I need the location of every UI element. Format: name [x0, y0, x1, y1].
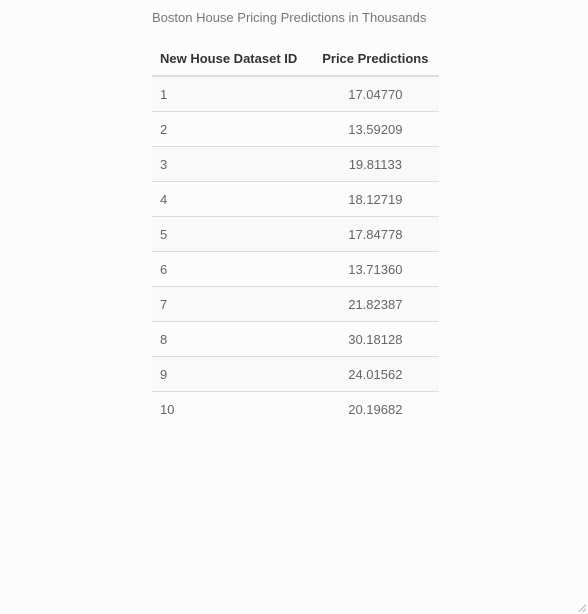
cell-dataset-id: 3 — [152, 146, 312, 182]
cell-dataset-id: 7 — [152, 286, 312, 322]
cell-dataset-id: 9 — [152, 356, 312, 392]
cell-price: 18.12719 — [311, 181, 439, 217]
table-caption: Boston House Pricing Predictions in Thou… — [152, 10, 427, 25]
table-row: 1 17.04770 — [152, 76, 439, 112]
cell-price: 21.82387 — [311, 286, 439, 322]
header-row: New House Dataset ID Price Predictions — [152, 41, 439, 77]
cell-dataset-id: 6 — [152, 251, 312, 287]
resize-grip-icon[interactable] — [578, 604, 586, 612]
table-row: 4 18.12719 — [152, 181, 439, 217]
cell-price: 17.84778 — [311, 216, 439, 252]
table-header: New House Dataset ID Price Predictions — [152, 41, 439, 77]
cell-dataset-id: 1 — [152, 76, 312, 112]
cell-dataset-id: 4 — [152, 181, 312, 217]
table-body: 1 17.04770 2 13.59209 3 19.81133 4 18.12… — [152, 76, 439, 426]
table-row: 7 21.82387 — [152, 286, 439, 322]
cell-dataset-id: 8 — [152, 321, 312, 357]
table-row: 5 17.84778 — [152, 216, 439, 252]
predictions-table-container: Boston House Pricing Predictions in Thou… — [152, 8, 439, 426]
predictions-table: New House Dataset ID Price Predictions 1… — [152, 41, 439, 426]
cell-dataset-id: 5 — [152, 216, 312, 252]
table-row: 10 20.19682 — [152, 391, 439, 426]
cell-price: 19.81133 — [311, 146, 439, 182]
table-row: 3 19.81133 — [152, 146, 439, 182]
table-row: 6 13.71360 — [152, 251, 439, 287]
table-row: 9 24.01562 — [152, 356, 439, 392]
table-row: 2 13.59209 — [152, 111, 439, 147]
cell-price: 30.18128 — [311, 321, 439, 357]
header-price-predictions[interactable]: Price Predictions — [311, 41, 439, 77]
header-dataset-id[interactable]: New House Dataset ID — [152, 41, 312, 77]
cell-price: 20.19682 — [311, 391, 439, 426]
cell-dataset-id: 2 — [152, 111, 312, 147]
cell-price: 13.71360 — [311, 251, 439, 287]
cell-price: 13.59209 — [311, 111, 439, 147]
cell-dataset-id: 10 — [152, 391, 312, 426]
cell-price: 24.01562 — [311, 356, 439, 392]
table-row: 8 30.18128 — [152, 321, 439, 357]
cell-price: 17.04770 — [311, 76, 439, 112]
